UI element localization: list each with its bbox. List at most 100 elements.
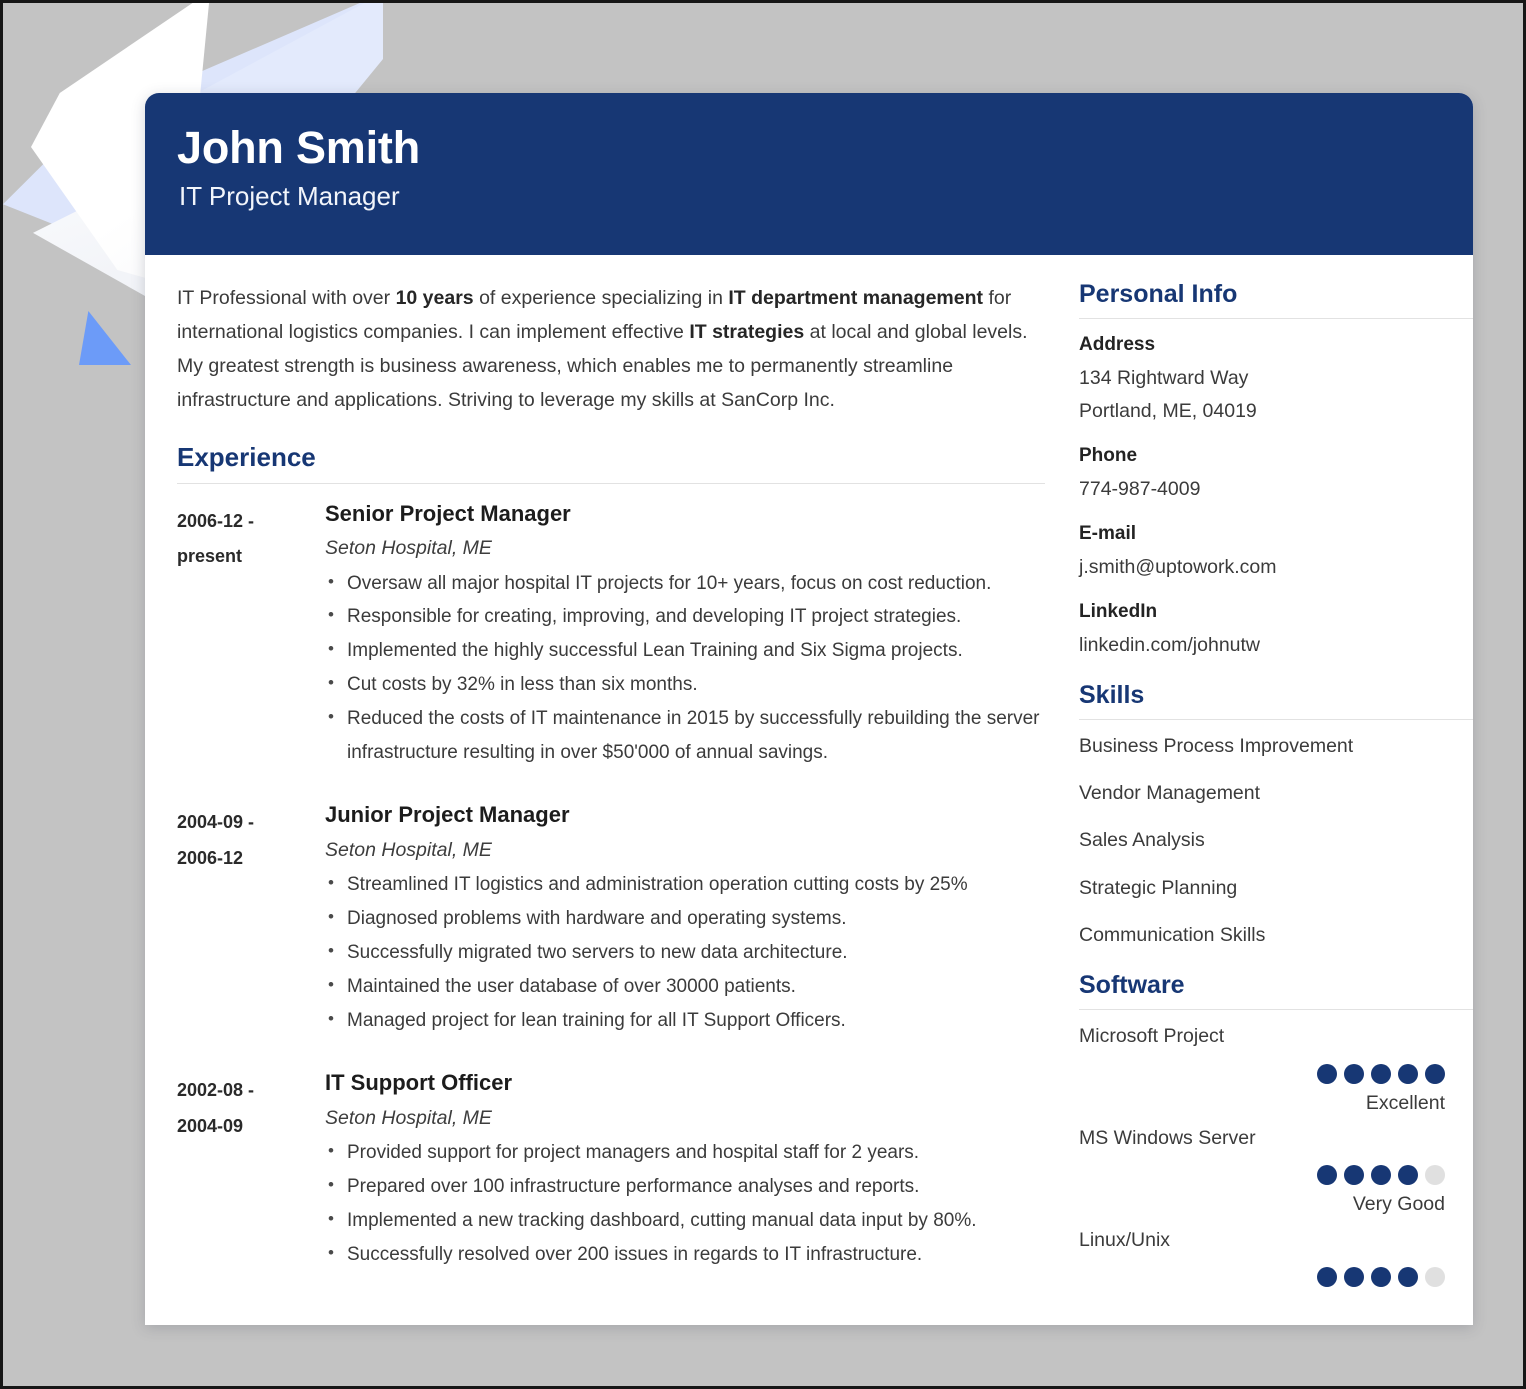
personal-info-value: j.smith@uptowork.com bbox=[1079, 555, 1277, 578]
experience-entry: 2004-09 - 2006-12 Junior Project Manager Se… bbox=[177, 801, 1045, 1037]
personal-info-label: Address bbox=[1079, 334, 1156, 355]
section-divider-personal-info bbox=[1079, 318, 1473, 319]
rating-dot-filled bbox=[1371, 1063, 1391, 1084]
summary-text-1: IT Professional with over bbox=[177, 287, 396, 309]
rating-dot-empty bbox=[1425, 1165, 1445, 1186]
skill-item: Vendor Management bbox=[1079, 782, 1261, 805]
section-divider-skills bbox=[1079, 718, 1473, 720]
screenshot-frame: John Smith IT Project Manager IT Profess… bbox=[0, 0, 1526, 1389]
personal-info-value: 134 Rightward Way bbox=[1079, 366, 1249, 389]
experience-date-end: 2004-09 bbox=[177, 1115, 244, 1136]
rating-dot-filled bbox=[1317, 1165, 1337, 1186]
summary-bold-1: 10 years bbox=[395, 287, 474, 309]
summary-bold-3: IT strategies bbox=[689, 321, 805, 344]
section-heading-software: Software bbox=[1079, 971, 1185, 1000]
section-divider-experience bbox=[177, 482, 1045, 484]
rating-dot-filled bbox=[1398, 1063, 1418, 1084]
personal-info-label: LinkedIn bbox=[1079, 600, 1158, 622]
rating-dot-filled bbox=[1344, 1267, 1364, 1288]
rating-dot-filled bbox=[1425, 1063, 1445, 1084]
personal-info-block: E-mail j.smith@uptowork.com bbox=[1079, 522, 1473, 584]
experience-bullet-list: Streamlined IT logistics and administrat… bbox=[325, 868, 1045, 1037]
personal-info-list: Address 134 Rightward Way Portland, ME, 04… bbox=[1079, 333, 1473, 662]
software-level-label: Very Good bbox=[1352, 1193, 1445, 1216]
experience-date-start: 2002-08 - bbox=[177, 1080, 255, 1101]
experience-bullet: Provided support for project managers an… bbox=[325, 1136, 1045, 1170]
skill-item: Communication Skills bbox=[1079, 924, 1266, 947]
experience-bullet: Reduced the costs of IT maintenance in 2… bbox=[325, 702, 1045, 770]
experience-company: Seton Hospital, ME bbox=[325, 537, 492, 560]
experience-job-title: Junior Project Manager bbox=[325, 802, 570, 828]
rating-dot-filled bbox=[1371, 1165, 1391, 1186]
section-heading-personal-info: Personal Info bbox=[1079, 280, 1238, 308]
experience-date-end: present bbox=[177, 545, 243, 566]
software-level-label: Excellent bbox=[1365, 1091, 1445, 1114]
software-list: Microsoft Project Excellent MS Windows Ser… bbox=[1079, 1024, 1473, 1288]
experience-bullet: Maintained the user database of over 300… bbox=[325, 970, 1045, 1004]
experience-bullet: Successfully resolved over 200 issues in… bbox=[325, 1238, 1045, 1272]
skills-list: Business Process Improvement Vendor Manag… bbox=[1079, 734, 1473, 949]
skill-item: Sales Analysis bbox=[1079, 829, 1205, 852]
software-item: MS Windows Server Very Good bbox=[1079, 1126, 1473, 1218]
section-divider-software bbox=[1079, 1009, 1473, 1011]
experience-list: 2006-12 - present Senior Project Manager Se… bbox=[177, 500, 1045, 1272]
rating-dot-filled bbox=[1344, 1165, 1364, 1186]
experience-bullet: Successfully migrated two servers to new… bbox=[325, 936, 1045, 970]
experience-bullet: Cut costs by 32% in less than six months… bbox=[325, 668, 1045, 702]
software-name: MS Windows Server bbox=[1079, 1127, 1256, 1150]
software-rating-dots bbox=[1079, 1267, 1473, 1288]
software-name: Linux/Unix bbox=[1079, 1228, 1171, 1251]
rating-dot-empty bbox=[1425, 1267, 1445, 1288]
experience-date-start: 2006-12 - bbox=[177, 510, 255, 531]
section-heading-skills: Skills bbox=[1079, 680, 1145, 709]
experience-company: Seton Hospital, ME bbox=[325, 1106, 492, 1129]
experience-date-start: 2004-09 - bbox=[177, 812, 255, 833]
experience-bullet: Diagnosed problems with hardware and ope… bbox=[325, 902, 1045, 936]
skill-item: Business Process Improvement bbox=[1079, 734, 1354, 757]
experience-job-title: IT Support Officer bbox=[325, 1070, 512, 1096]
experience-dates: 2004-09 - 2006-12 bbox=[177, 801, 325, 1037]
experience-details: IT Support Officer Seton Hospital, ME Prov… bbox=[325, 1069, 1045, 1271]
experience-dates: 2002-08 - 2004-09 bbox=[177, 1069, 325, 1271]
experience-details: Senior Project Manager Seton Hospital, ME… bbox=[325, 500, 1045, 770]
resume-main-column: IT Professional with over 10 years of ex… bbox=[145, 255, 1045, 1304]
personal-info-value: 774-987-4009 bbox=[1079, 477, 1201, 500]
experience-bullet-list: Provided support for project managers an… bbox=[325, 1136, 1045, 1271]
rating-dot-filled bbox=[1344, 1063, 1364, 1084]
resume-header-banner: John Smith IT Project Manager bbox=[145, 93, 1473, 255]
resume-subtitle: IT Project Manager bbox=[179, 181, 400, 212]
experience-date-end: 2006-12 bbox=[177, 847, 244, 868]
experience-job-title: Senior Project Manager bbox=[325, 500, 571, 526]
software-item: Linux/Unix bbox=[1079, 1228, 1473, 1288]
experience-bullet: Managed project for lean training for al… bbox=[325, 1004, 1045, 1038]
resume-sidebar-column: Personal Info Address 134 Rightward Way Po… bbox=[1045, 255, 1473, 1304]
personal-info-label: E-mail bbox=[1079, 522, 1137, 544]
experience-bullet: Responsible for creating, improving, and… bbox=[325, 600, 1045, 634]
summary-text-2: of experience specializing in bbox=[473, 287, 729, 309]
personal-info-block: Address 134 Rightward Way Portland, ME, 04… bbox=[1079, 333, 1473, 428]
experience-entry: 2002-08 - 2004-09 IT Support Officer Seton … bbox=[177, 1069, 1045, 1271]
personal-info-block: LinkedIn linkedin.com/johnutw bbox=[1079, 600, 1473, 662]
experience-company: Seton Hospital, ME bbox=[325, 838, 492, 861]
page-title: John Smith bbox=[177, 122, 420, 173]
experience-bullet: Oversaw all major hospital IT projects f… bbox=[325, 567, 1045, 601]
personal-info-value: Portland, ME, 04019 bbox=[1079, 399, 1257, 422]
experience-bullet: Streamlined IT logistics and administrat… bbox=[325, 868, 1045, 902]
skill-item: Strategic Planning bbox=[1079, 876, 1238, 899]
personal-info-value: linkedin.com/johnutw bbox=[1079, 633, 1261, 656]
section-heading-experience: Experience bbox=[177, 441, 316, 472]
resume-card: John Smith IT Project Manager IT Profess… bbox=[145, 93, 1473, 1325]
experience-bullet: Implemented the highly successful Lean T… bbox=[325, 634, 1045, 668]
rating-dot-filled bbox=[1398, 1165, 1418, 1186]
experience-bullet: Prepared over 100 infrastructure perform… bbox=[325, 1170, 1045, 1204]
software-item: Microsoft Project Excellent bbox=[1079, 1024, 1473, 1116]
resume-body: IT Professional with over 10 years of ex… bbox=[145, 255, 1473, 1304]
rating-dot-filled bbox=[1398, 1267, 1418, 1288]
decorative-blue-triangle-shape bbox=[79, 311, 131, 365]
software-rating-dots bbox=[1079, 1063, 1473, 1084]
experience-bullet-list: Oversaw all major hospital IT projects f… bbox=[325, 567, 1045, 770]
rating-dot-filled bbox=[1371, 1267, 1391, 1288]
software-rating-dots bbox=[1079, 1165, 1473, 1186]
rating-dot-filled bbox=[1317, 1267, 1337, 1288]
experience-entry: 2006-12 - present Senior Project Manager Se… bbox=[177, 500, 1045, 770]
